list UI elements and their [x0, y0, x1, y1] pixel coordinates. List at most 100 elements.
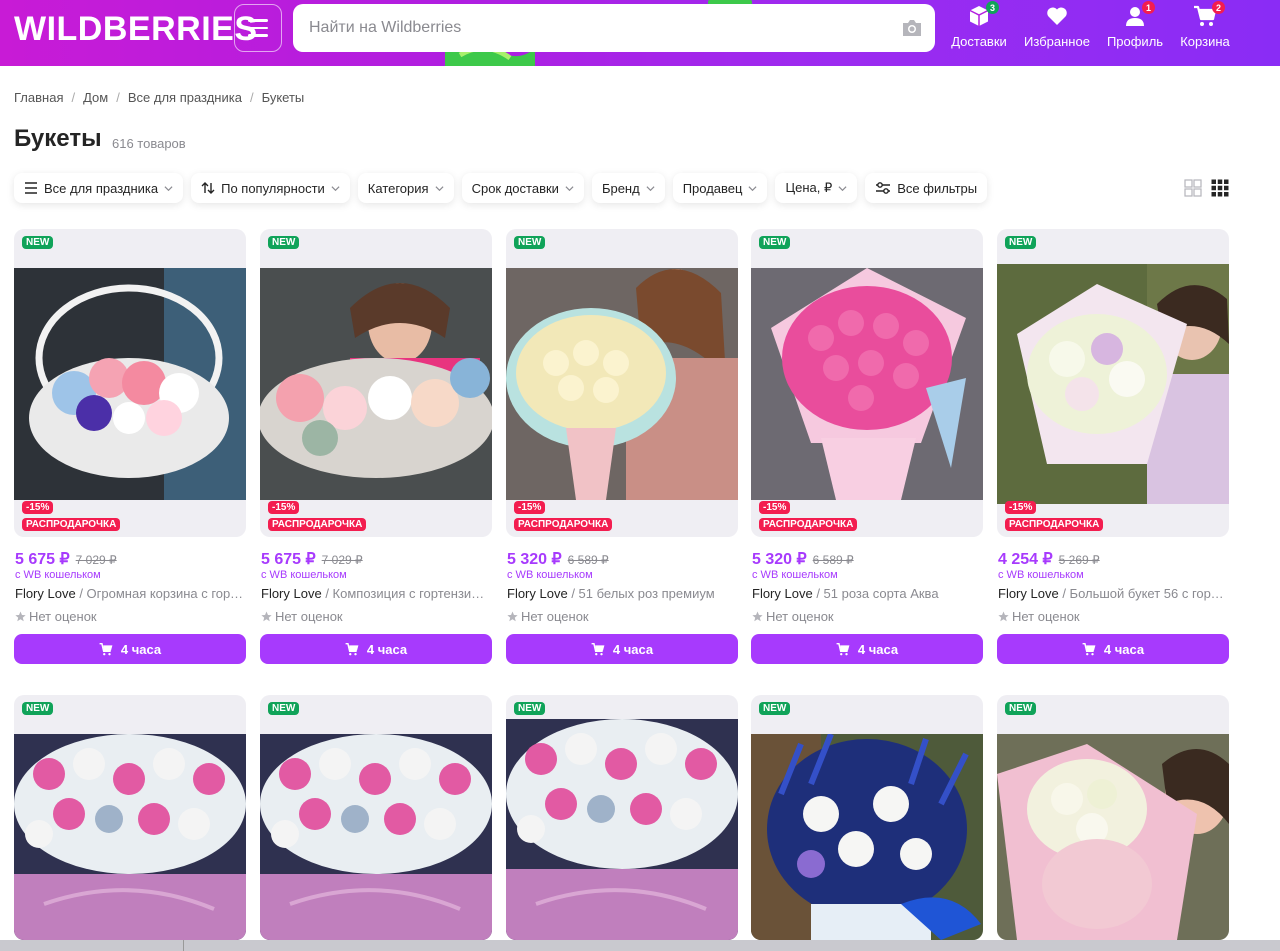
rating: Нет оценок [752, 609, 834, 624]
search-input[interactable] [309, 4, 889, 52]
flower-composition-photo [260, 268, 492, 500]
product-card[interactable]: NEW [997, 695, 1229, 940]
product-card[interactable]: NEW -15% РАСПРОДАРОЧКА 5 320 ₽ 6 589 ₽ с… [751, 229, 983, 664]
product-image[interactable]: NEW [260, 695, 492, 940]
chevron-down-icon [748, 185, 757, 191]
white-roses-photo [506, 268, 738, 500]
discount-badge: -15% [22, 501, 54, 514]
product-title[interactable]: Flory Love / 51 роза сорта Аква [752, 586, 982, 601]
grid-large-icon[interactable] [1184, 179, 1202, 197]
filter-category-menu[interactable]: Все для праздника [14, 173, 184, 203]
breadcrumb-separator: / [116, 90, 120, 105]
product-name: / 51 белых роз премиум [567, 586, 715, 601]
filter-brand[interactable]: Бренд [591, 173, 665, 203]
roses-hatbox-photo [506, 719, 738, 940]
scrollbar[interactable] [0, 940, 1280, 951]
product-image[interactable]: NEW -15% РАСПРОДАРОЧКА [506, 229, 738, 537]
filter-price[interactable]: Цена, ₽ [775, 173, 858, 203]
menu-line-icon [248, 19, 268, 22]
new-badge: NEW [759, 236, 791, 249]
filter-all[interactable]: Все фильтры [865, 173, 988, 203]
product-image[interactable]: NEW -15% РАСПРОДАРОЧКА [751, 229, 983, 537]
add-to-cart-button[interactable]: 4 часа [997, 634, 1229, 664]
product-card[interactable]: NEW -15% РАСПРОДАРОЧКА 4 254 ₽ 5 269 ₽ с… [997, 229, 1229, 664]
price-block: 4 254 ₽ 5 269 ₽ [998, 549, 1100, 569]
cart-badge: 2 [1212, 1, 1225, 14]
discount-badge: -15% [268, 501, 300, 514]
nav-deliveries[interactable]: 3 Доставки [944, 1, 1014, 49]
rating-label: Нет оценок [766, 609, 834, 624]
product-image[interactable]: NEW [997, 695, 1229, 940]
nav-label: Корзина [1180, 34, 1230, 49]
grid-small-icon[interactable] [1211, 179, 1229, 197]
filter-sort[interactable]: По популярности [191, 173, 350, 203]
logo[interactable]: WILDBERRIES [14, 10, 258, 49]
price-current: 5 675 ₽ [261, 551, 316, 568]
star-icon [752, 611, 763, 622]
price-current: 4 254 ₽ [998, 551, 1053, 568]
product-title[interactable]: Flory Love / Композиция с гортензиями и … [261, 586, 491, 601]
product-card[interactable]: NEW -15% РАСПРОДАРОЧКА 5 675 ₽ 7 029 ₽ с… [260, 229, 492, 664]
sliders-icon [876, 182, 891, 194]
star-icon [15, 611, 26, 622]
filter-label: Все фильтры [897, 180, 978, 196]
filter-delivery-time[interactable]: Срок доставки [461, 173, 584, 203]
product-image[interactable]: NEW -15% РАСПРОДАРОЧКА [997, 229, 1229, 537]
product-brand: Flory Love [752, 586, 813, 601]
profile-badge: 1 [1142, 1, 1155, 14]
price-current: 5 320 ₽ [752, 551, 807, 568]
new-badge: NEW [1005, 236, 1037, 249]
wallet-note: с WB кошельком [998, 569, 1084, 581]
product-title[interactable]: Flory Love / 51 белых роз премиум [507, 586, 737, 601]
filter-label: Бренд [601, 180, 640, 196]
roses-hatbox-photo [14, 734, 246, 940]
product-card[interactable]: NEW [751, 695, 983, 940]
product-card[interactable]: NEW [506, 695, 738, 940]
breadcrumb-holiday[interactable]: Все для праздника [128, 90, 242, 105]
product-title[interactable]: Flory Love / Большой букет 56 с гортензи… [998, 586, 1228, 601]
menu-button[interactable] [234, 4, 282, 52]
product-name: / 51 роза сорта Аква [812, 586, 939, 601]
rating: Нет оценок [507, 609, 589, 624]
chevron-down-icon [331, 185, 340, 191]
star-icon [998, 611, 1009, 622]
price-old: 6 589 ₽ [812, 553, 854, 567]
product-image[interactable]: NEW [751, 695, 983, 940]
new-badge: NEW [514, 702, 546, 715]
breadcrumb-home[interactable]: Главная [14, 90, 63, 105]
cart-icon [1082, 642, 1096, 655]
camera-icon[interactable] [901, 18, 923, 38]
discount-badge: -15% [759, 501, 791, 514]
product-card[interactable]: NEW -15% РАСПРОДАРОЧКА 5 320 ₽ 6 589 ₽ с… [506, 229, 738, 664]
product-image[interactable]: NEW [14, 695, 246, 940]
product-title[interactable]: Flory Love / Огромная корзина с гортензи… [15, 586, 245, 601]
add-to-cart-button[interactable]: 4 часа [14, 634, 246, 664]
add-to-cart-button[interactable]: 4 часа [506, 634, 738, 664]
product-card[interactable]: NEW [14, 695, 246, 940]
add-to-cart-button[interactable]: 4 часа [751, 634, 983, 664]
add-to-cart-button[interactable]: 4 часа [260, 634, 492, 664]
flower-basket-photo [14, 268, 246, 500]
product-image[interactable]: NEW -15% РАСПРОДАРОЧКА [14, 229, 246, 537]
nav-label: Профиль [1106, 34, 1164, 49]
rating: Нет оценок [998, 609, 1080, 624]
sale-badge: РАСПРОДАРОЧКА [22, 518, 121, 531]
product-card[interactable]: NEW [260, 695, 492, 940]
nav-label: Избранное [1024, 34, 1090, 49]
hydrangea-bouquet-photo [997, 264, 1229, 504]
breadcrumb-home-goods[interactable]: Дом [83, 90, 108, 105]
sale-badge: РАСПРОДАРОЧКА [514, 518, 613, 531]
nav-cart[interactable]: 2 Корзина [1170, 1, 1240, 49]
product-card[interactable]: NEW -15% РАСПРОДАРОЧКА 5 675 ₽ 7 029 ₽ с… [14, 229, 246, 664]
nav-profile[interactable]: 1 Профиль [1100, 1, 1170, 49]
rating-label: Нет оценок [1012, 609, 1080, 624]
filter-seller[interactable]: Продавец [672, 173, 768, 203]
price-block: 5 320 ₽ 6 589 ₽ [752, 549, 854, 569]
nav-favorites[interactable]: Избранное [1022, 4, 1092, 49]
delivery-label: 4 часа [1103, 641, 1145, 657]
rating: Нет оценок [261, 609, 343, 624]
product-image[interactable]: NEW -15% РАСПРОДАРОЧКА [260, 229, 492, 537]
product-image[interactable]: NEW [506, 695, 738, 940]
filter-label: Продавец [682, 180, 743, 196]
filter-category[interactable]: Категория [357, 173, 454, 203]
